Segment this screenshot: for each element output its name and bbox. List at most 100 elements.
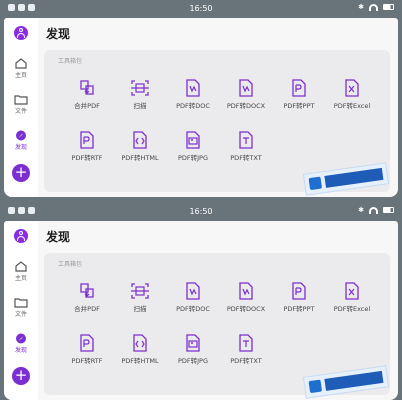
pdf-to-jpg-icon: [186, 334, 200, 352]
tool-label: 扫描: [133, 305, 147, 313]
pdf-to-doc-icon: [186, 282, 200, 300]
tool-item[interactable]: PDF转PPT: [272, 78, 326, 110]
tool-label: PDF转DOC: [176, 305, 210, 313]
scan-icon: [131, 283, 149, 299]
tool-label: PDF转DOCX: [226, 102, 266, 110]
bluetooth-icon: ✱: [358, 3, 364, 11]
tool-item[interactable]: 合并PDF: [60, 78, 114, 110]
merge-pdf-icon: [80, 80, 94, 95]
tool-item[interactable]: PDF转DOCX: [219, 281, 273, 313]
tool-label: 合并PDF: [74, 102, 100, 110]
nav-item-label: 文件: [14, 108, 27, 115]
battery-icon: [383, 207, 394, 213]
nav-item-files[interactable]: 文件: [4, 94, 38, 115]
tool-item[interactable]: PDF转DOCX: [219, 78, 273, 110]
add-button[interactable]: +: [12, 164, 30, 182]
pdf-to-rtf-icon: [80, 334, 94, 352]
tool-label: PDF转JPG: [177, 357, 209, 365]
tool-label: PDF转DOCX: [226, 305, 266, 313]
tool-label: PDF转JPG: [177, 154, 209, 162]
pdf-to-doc-icon: [186, 79, 200, 97]
page-title: 发现: [46, 230, 71, 244]
status-system-icons: ✱: [358, 206, 394, 214]
tool-label: PDF转PPT: [283, 102, 315, 110]
pdf-to-rtf-icon: [80, 131, 94, 149]
tool-item[interactable]: PDF转JPG: [166, 333, 220, 365]
pdf-to-excel-icon: [345, 282, 359, 300]
section-label: 工具箱包: [58, 261, 83, 268]
tool-item[interactable]: PDF转TXT: [219, 333, 273, 365]
scan-icon: [131, 80, 149, 96]
pdf-to-jpg-icon: [186, 131, 200, 149]
tool-item[interactable]: PDF转RTF: [60, 130, 114, 162]
tool-label: PDF转DOC: [176, 102, 210, 110]
tool-label: PDF转PPT: [283, 305, 315, 313]
nav-item-home[interactable]: 主页: [4, 58, 38, 79]
home-icon: [15, 261, 27, 272]
wifi-icon: [369, 206, 378, 214]
section-label: 工具箱包: [58, 58, 83, 65]
pdf-to-html-icon: [133, 131, 147, 149]
compass-icon: [16, 333, 26, 344]
status-system-icons: ✱: [358, 3, 394, 11]
nav-item-home[interactable]: 主页: [4, 261, 38, 282]
compass-icon: [16, 130, 26, 141]
tool-item[interactable]: PDF转PPT: [272, 281, 326, 313]
app-screen: 主页 文件 发现 + 发现 工具箱包 合并PDF 扫描 PDF转DOC PDF转DOC…: [4, 18, 398, 197]
pdf-to-ppt-icon: [292, 282, 306, 300]
tool-item[interactable]: PDF转Excel: [325, 78, 379, 110]
page-title: 发现: [46, 27, 71, 41]
nav-item-discover[interactable]: 发现: [4, 130, 38, 151]
tool-item[interactable]: 扫描: [113, 281, 167, 313]
tool-item[interactable]: PDF转DOC: [166, 78, 220, 110]
nav-item-label: 发现: [14, 347, 27, 354]
folder-icon: [14, 298, 28, 308]
tool-label: PDF转RTF: [71, 357, 103, 365]
status-bar: 16:50 ✱: [0, 0, 402, 18]
tool-label: 合并PDF: [74, 305, 100, 313]
screenshot-frame-top: 16:50 ✱ 主页 文件 发现 + 发现 工具箱包 合并PDF 扫描 PDF转…: [0, 0, 402, 197]
nav-item-label: 文件: [14, 311, 27, 318]
tool-item[interactable]: 扫描: [113, 78, 167, 110]
tool-item[interactable]: PDF转TXT: [219, 130, 273, 162]
avatar[interactable]: [14, 229, 28, 243]
tool-item[interactable]: PDF转RTF: [60, 333, 114, 365]
pdf-to-excel-icon: [345, 79, 359, 97]
bluetooth-icon: ✱: [358, 206, 364, 214]
avatar[interactable]: [14, 26, 28, 40]
pdf-to-ppt-icon: [292, 79, 306, 97]
tool-item[interactable]: PDF转DOC: [166, 281, 220, 313]
wifi-icon: [369, 3, 378, 11]
tool-item[interactable]: PDF转Excel: [325, 281, 379, 313]
pdf-to-docx-icon: [239, 79, 253, 97]
nav-item-label: 主页: [14, 275, 27, 282]
tool-label: PDF转TXT: [230, 154, 262, 162]
tool-label: PDF转HTML: [121, 357, 159, 365]
nav-item-files[interactable]: 文件: [4, 297, 38, 318]
nav-item-discover[interactable]: 发现: [4, 333, 38, 354]
tool-label: PDF转TXT: [230, 357, 262, 365]
nav-item-label: 发现: [14, 144, 27, 151]
pdf-to-txt-icon: [239, 131, 253, 149]
tool-item[interactable]: PDF转HTML: [113, 130, 167, 162]
tool-label: PDF转HTML: [121, 154, 159, 162]
screenshot-frame-bottom: 16:50 ✱ 主页 文件 发现 + 发现 工具箱包 合并PDF 扫描 PDF转…: [0, 203, 402, 400]
battery-icon: [383, 4, 394, 10]
tool-label: PDF转Excel: [333, 102, 371, 110]
status-time: 16:50: [189, 207, 213, 216]
tool-label: PDF转RTF: [71, 154, 103, 162]
status-bar: 16:50 ✱: [0, 203, 402, 221]
tool-item[interactable]: 合并PDF: [60, 281, 114, 313]
merge-pdf-icon: [80, 283, 94, 298]
home-icon: [15, 58, 27, 69]
pdf-to-docx-icon: [239, 282, 253, 300]
nav-item-label: 主页: [14, 72, 27, 79]
pdf-to-html-icon: [133, 334, 147, 352]
add-button[interactable]: +: [12, 367, 30, 385]
tool-label: PDF转Excel: [333, 305, 371, 313]
status-time: 16:50: [189, 4, 213, 13]
tool-item[interactable]: PDF转JPG: [166, 130, 220, 162]
nav-rail: 主页 文件 发现 +: [4, 18, 38, 197]
tool-item[interactable]: PDF转HTML: [113, 333, 167, 365]
tool-label: 扫描: [133, 102, 147, 110]
